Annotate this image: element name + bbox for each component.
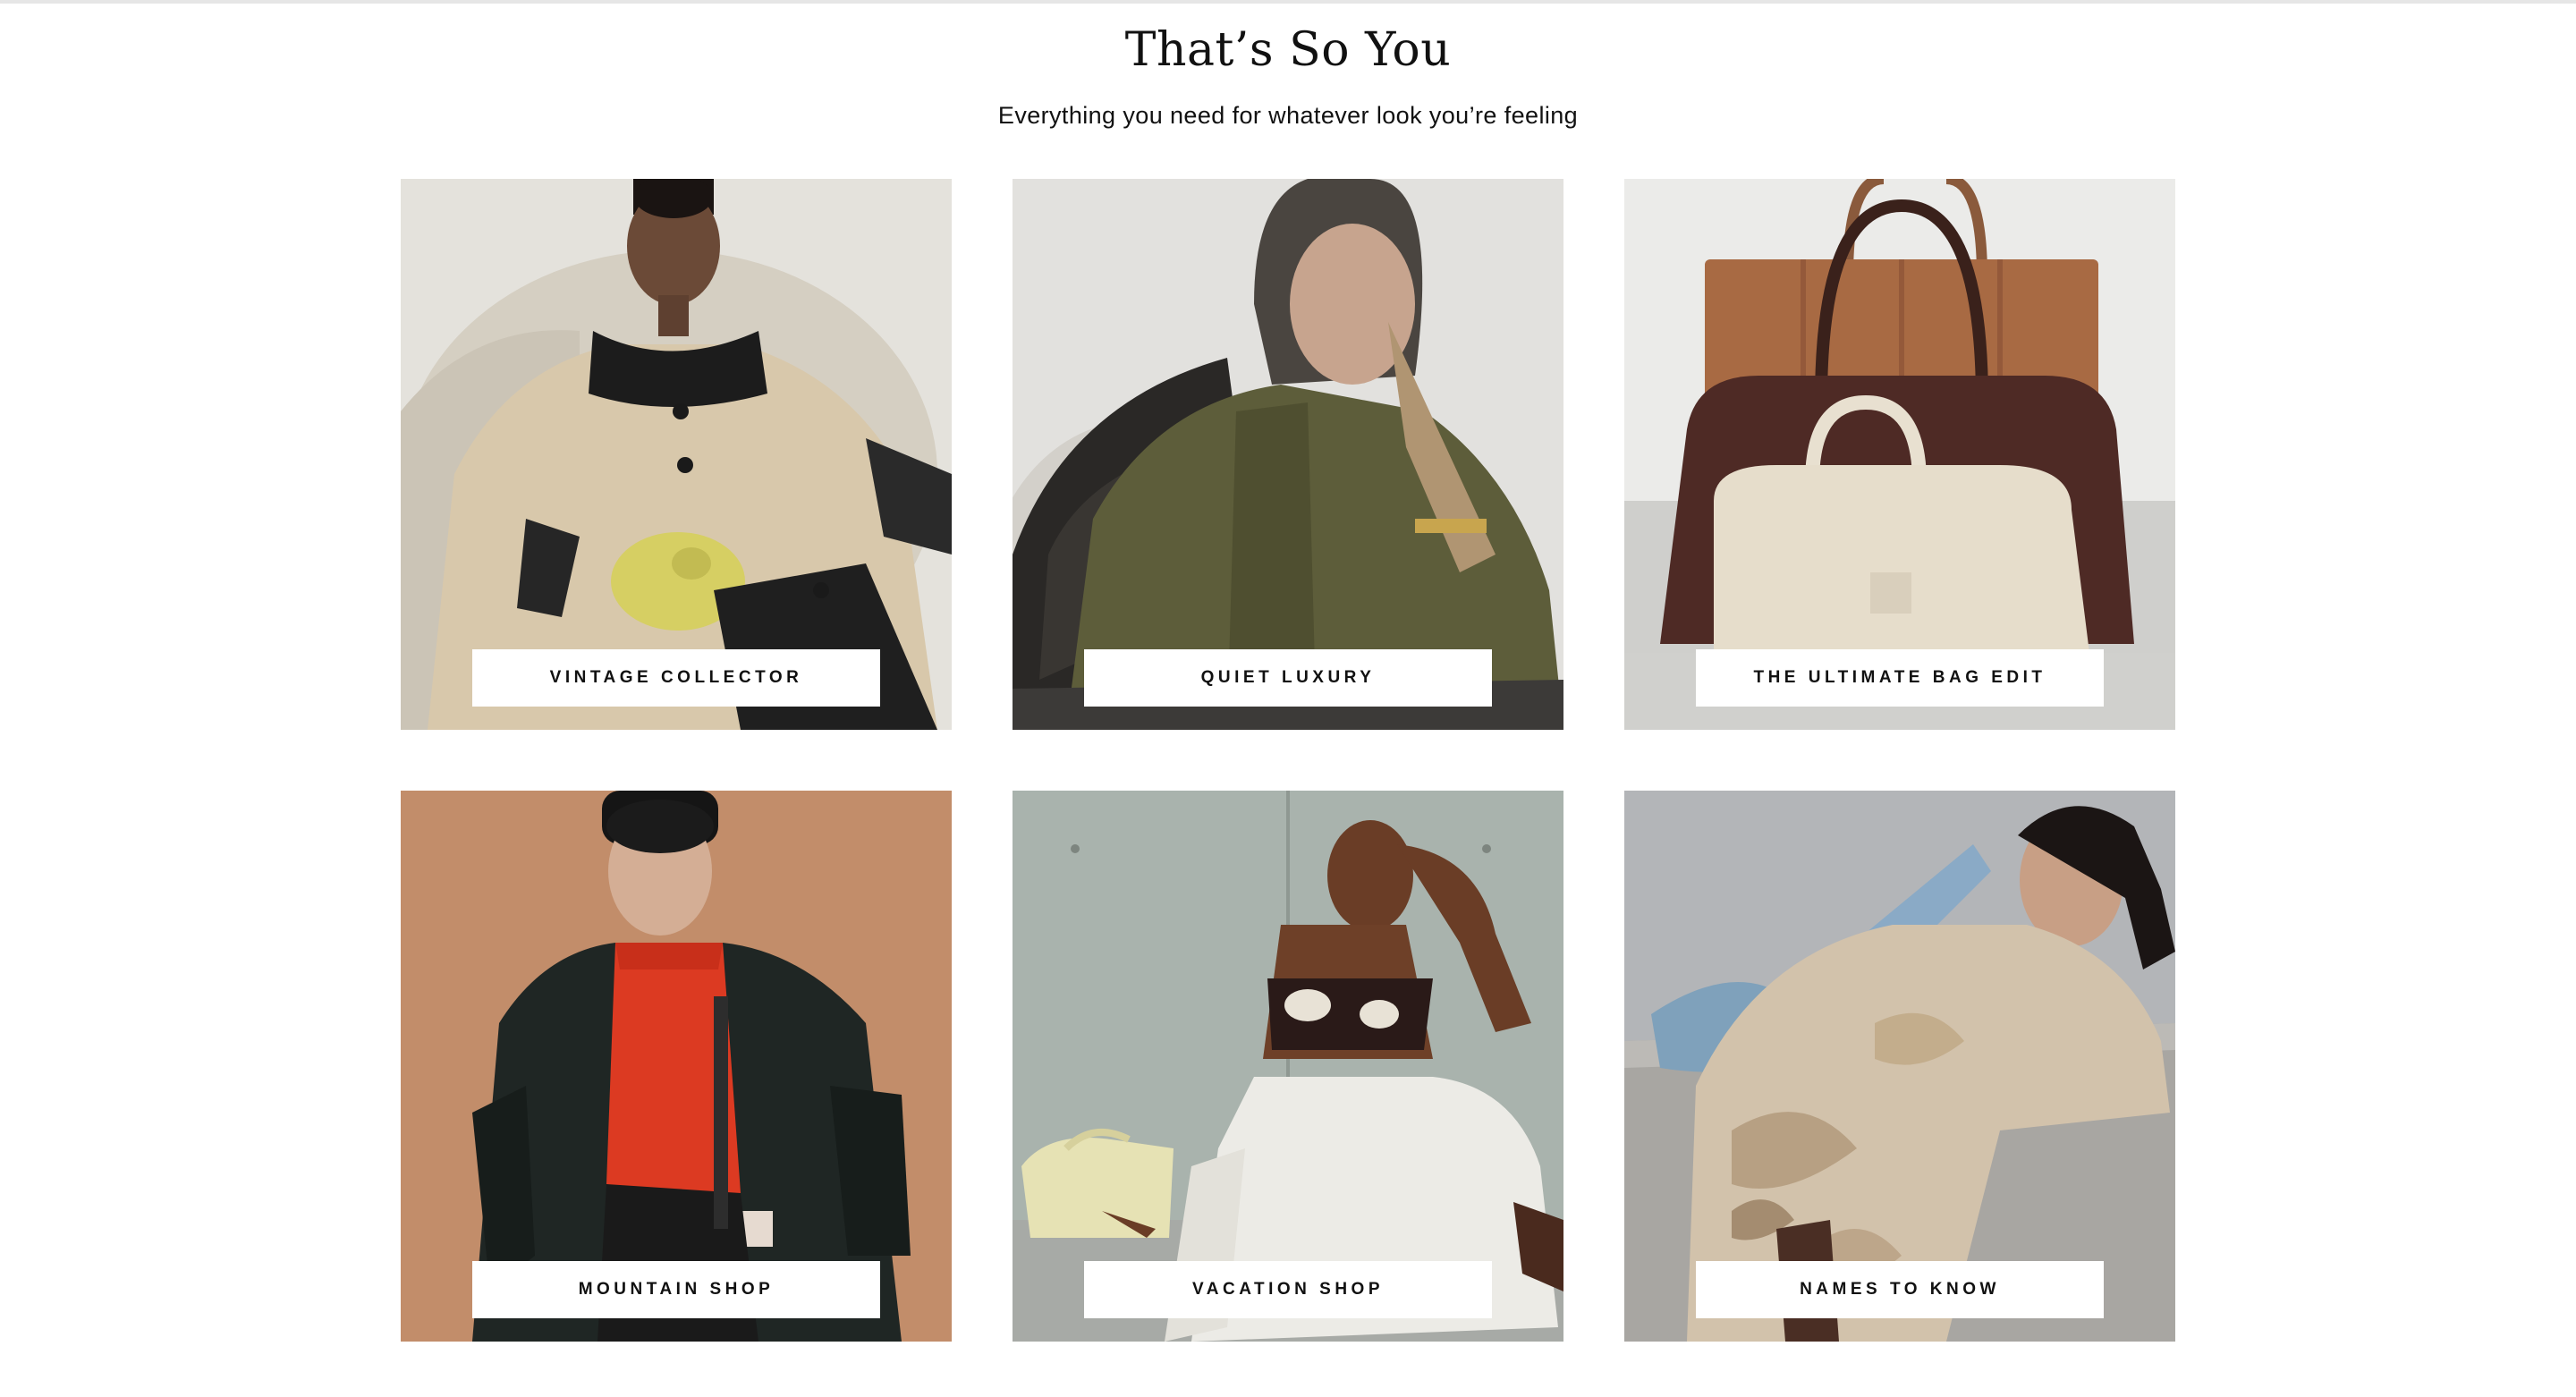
top-divider: [0, 0, 2576, 4]
quiet-luxury-button[interactable]: QUIET LUXURY: [1084, 649, 1492, 707]
category-card-ultimate-bag-edit[interactable]: THE ULTIMATE BAG EDIT: [1624, 179, 2175, 730]
vacation-shop-button[interactable]: VACATION SHOP: [1084, 1261, 1492, 1318]
names-to-know-image[interactable]: [1624, 791, 2175, 1342]
category-grid: VINTAGE COLLECTOR QUIET LUXURY THE ULTIM…: [401, 179, 2175, 1342]
vintage-collector-image[interactable]: [401, 179, 952, 730]
section-header: That’s So You Everything you need for wh…: [0, 20, 2576, 130]
mountain-shop-button[interactable]: MOUNTAIN SHOP: [472, 1261, 880, 1318]
section-subtitle: Everything you need for whatever look yo…: [997, 102, 1579, 129]
category-card-mountain-shop[interactable]: MOUNTAIN SHOP: [401, 791, 952, 1342]
vintage-collector-button[interactable]: VINTAGE COLLECTOR: [472, 649, 880, 707]
category-card-quiet-luxury[interactable]: QUIET LUXURY: [1013, 179, 1563, 730]
ultimate-bag-edit-image[interactable]: [1624, 179, 2175, 730]
category-card-names-to-know[interactable]: NAMES TO KNOW: [1624, 791, 2175, 1342]
vacation-shop-image[interactable]: [1013, 791, 1563, 1342]
mountain-shop-image[interactable]: [401, 791, 952, 1342]
ultimate-bag-edit-button[interactable]: THE ULTIMATE BAG EDIT: [1696, 649, 2104, 707]
quiet-luxury-image[interactable]: [1013, 179, 1563, 730]
category-card-vintage-collector[interactable]: VINTAGE COLLECTOR: [401, 179, 952, 730]
category-card-vacation-shop[interactable]: VACATION SHOP: [1013, 791, 1563, 1342]
names-to-know-button[interactable]: NAMES TO KNOW: [1696, 1261, 2104, 1318]
section-title: That’s So You: [1124, 23, 1452, 77]
